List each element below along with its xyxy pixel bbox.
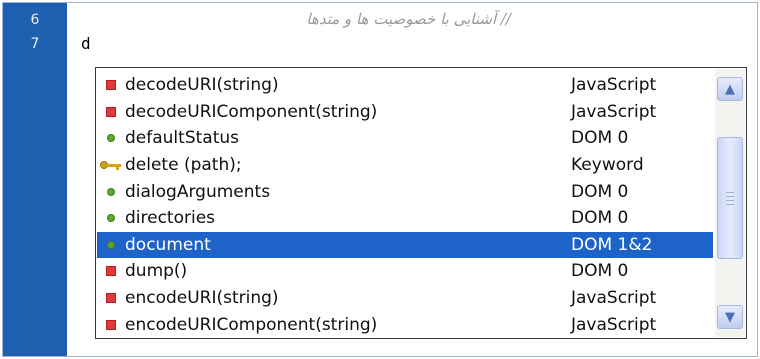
autocomplete-item-name: delete (path); (125, 155, 242, 176)
chevron-down-icon: ▼ (725, 309, 735, 325)
autocomplete-list: decodeURI(string) JavaScript decodeURIComp… (97, 72, 713, 338)
property-icon (97, 205, 125, 232)
autocomplete-item[interactable]: document DOM 1&2 (97, 231, 713, 259)
autocomplete-item-type: DOM 1&2 (571, 234, 653, 255)
line-number: 6 (30, 12, 40, 28)
method-icon (97, 72, 125, 99)
method-icon (97, 99, 125, 126)
autocomplete-item-type: JavaScript (571, 101, 657, 122)
scroll-up-button[interactable]: ▲ (717, 77, 743, 101)
autocomplete-item-name: encodeURI(string) (125, 288, 279, 309)
autocomplete-item[interactable]: dump() DOM 0 (97, 258, 713, 285)
autocomplete-item[interactable]: directories DOM 0 (97, 205, 713, 232)
autocomplete-item[interactable]: dialogArguments DOM 0 (97, 178, 713, 205)
autocomplete-item[interactable]: decodeURI(string) JavaScript (97, 72, 713, 99)
autocomplete-item-name: dialogArguments (125, 181, 271, 202)
scroll-thumb[interactable] (717, 137, 743, 259)
typed-code-line[interactable]: d (81, 34, 91, 54)
vertical-scrollbar[interactable]: ▲ ▼ (715, 69, 745, 337)
autocomplete-item-type: DOM 0 (571, 128, 629, 149)
method-icon (97, 311, 125, 338)
autocomplete-item-name: decodeURIComponent(string) (125, 101, 378, 122)
property-icon (97, 232, 125, 259)
property-icon (97, 125, 125, 152)
autocomplete-item-type: JavaScript (571, 288, 657, 309)
autocomplete-item-type: DOM 0 (571, 181, 629, 202)
autocomplete-item[interactable]: encodeURI(string) JavaScript (97, 285, 713, 312)
autocomplete-item-type: JavaScript (571, 75, 657, 96)
autocomplete-item-type: JavaScript (571, 314, 657, 335)
autocomplete-item-name: directories (125, 208, 216, 229)
autocomplete-item[interactable]: defaultStatus DOM 0 (97, 125, 713, 152)
scroll-down-button[interactable]: ▼ (717, 305, 743, 329)
autocomplete-item[interactable]: decodeURIComponent(string) JavaScript (97, 99, 713, 126)
autocomplete-item-name: encodeURIComponent(string) (125, 314, 378, 335)
method-icon (97, 285, 125, 312)
autocomplete-item-name: defaultStatus (125, 128, 239, 149)
autocomplete-popup: decodeURI(string) JavaScript decodeURIComp… (95, 67, 747, 339)
keyword-icon (97, 152, 125, 179)
property-icon (97, 178, 125, 205)
autocomplete-item-name: dump() (125, 261, 188, 282)
line-number: 7 (30, 36, 40, 52)
chevron-up-icon: ▲ (725, 81, 735, 97)
autocomplete-item-type: Keyword (571, 155, 644, 176)
autocomplete-item-type: DOM 0 (571, 208, 629, 229)
method-icon (97, 258, 125, 285)
autocomplete-item[interactable]: encodeURIComponent(string) JavaScript (97, 311, 713, 338)
line-number-gutter: 6 7 (3, 3, 67, 356)
autocomplete-item-name: document (125, 234, 211, 255)
autocomplete-item-type: DOM 0 (571, 261, 629, 282)
code-editor-window: 6 7 // آشنایی با خصوصیت ها و متدها d dec… (2, 2, 758, 357)
autocomplete-item-name: decodeURI(string) (125, 75, 279, 96)
comment-line[interactable]: // آشنایی با خصوصیت ها و متدها (81, 9, 511, 29)
autocomplete-item[interactable]: delete (path); Keyword (97, 152, 713, 179)
